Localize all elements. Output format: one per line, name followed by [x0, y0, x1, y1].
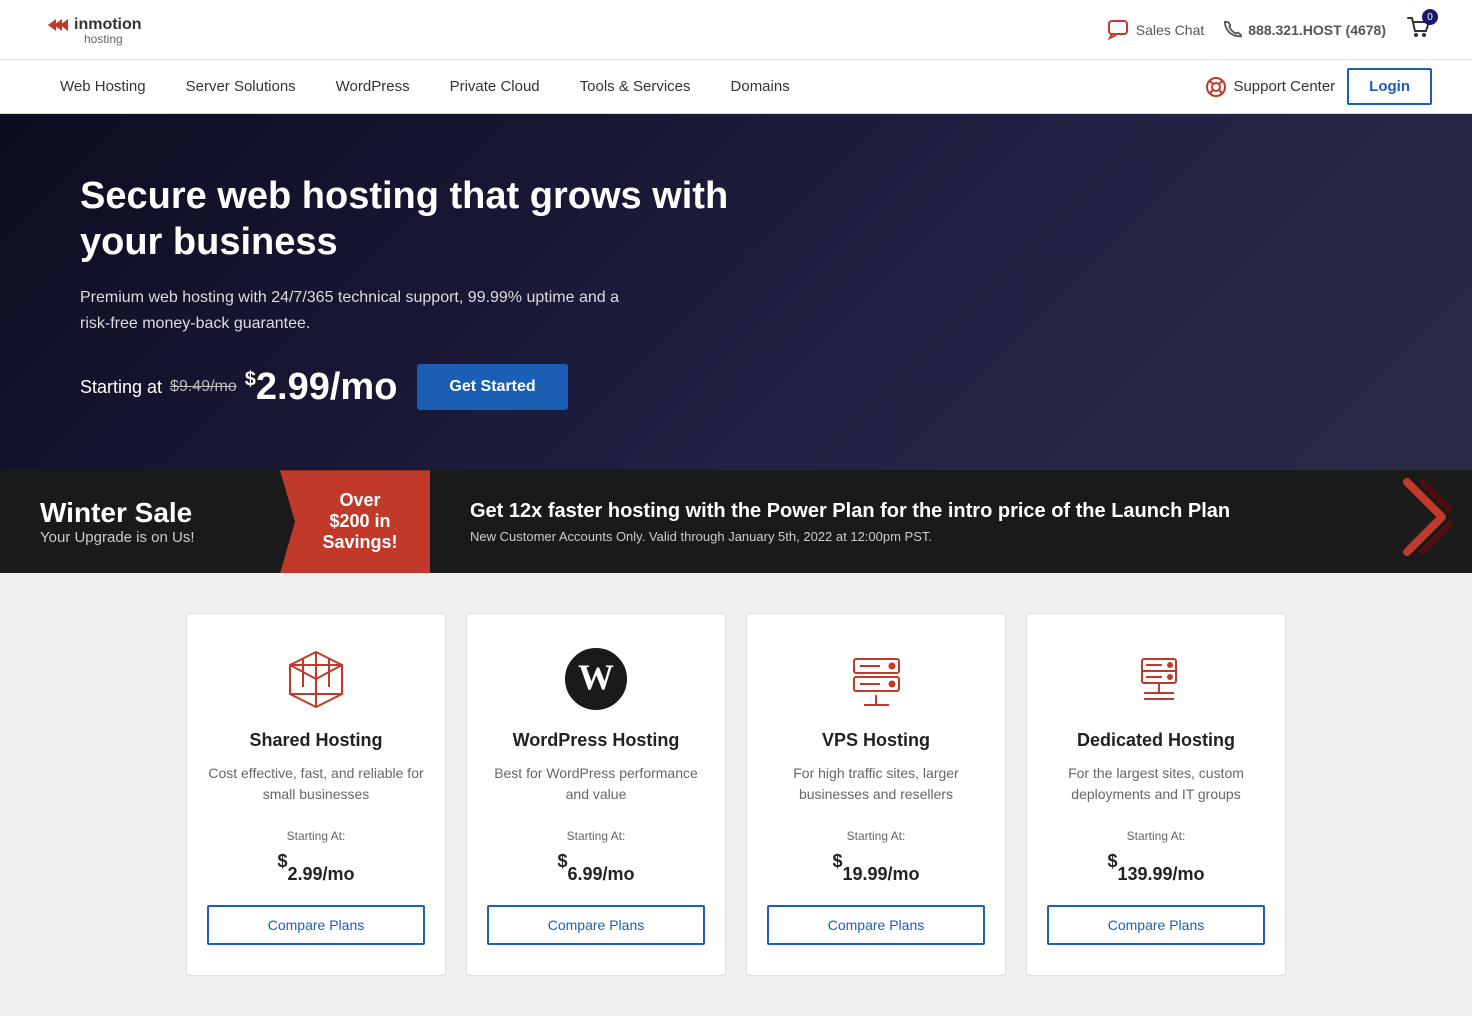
winter-promo-headline: Get 12x faster hosting with the Power Pl… — [470, 500, 1362, 523]
wordpress-hosting-title: WordPress Hosting — [513, 730, 680, 751]
logo-svg: inmotion hosting — [40, 5, 190, 55]
hero-new-price: $2.99/mo — [245, 366, 398, 409]
phone-icon — [1224, 21, 1242, 39]
wordpress-hosting-card: W WordPress Hosting Best for WordPress p… — [466, 613, 726, 976]
hero-section: Secure web hosting that grows with your … — [0, 114, 1472, 470]
main-nav: Web Hosting Server Solutions WordPress P… — [0, 60, 1472, 114]
hero-content: Secure web hosting that grows with your … — [80, 174, 780, 410]
hero-headline: Secure web hosting that grows with your … — [80, 174, 780, 265]
header: inmotion hosting Sales Chat 888.321.HOST… — [0, 0, 1472, 60]
savings-line3: Savings! — [320, 532, 400, 553]
nav-domains[interactable]: Domains — [711, 60, 810, 113]
wp-price-value: 6.99 — [567, 864, 602, 884]
vps-starting-label: Starting At: — [847, 829, 906, 843]
starting-at-label: Starting at — [80, 377, 162, 398]
dedicated-price-period: /mo — [1173, 864, 1205, 884]
dedicated-starting-label: Starting At: — [1127, 829, 1186, 843]
vps-price: $19.99/mo — [832, 847, 919, 889]
winter-sale-banner: Winter Sale Your Upgrade is on Us! Over … — [0, 470, 1472, 573]
svg-text:W: W — [578, 657, 614, 697]
vps-hosting-desc: For high traffic sites, larger businesse… — [767, 763, 985, 805]
svg-text:hosting: hosting — [84, 32, 123, 46]
cart-count: 0 — [1422, 9, 1438, 25]
dedicated-hosting-card: Dedicated Hosting For the largest sites,… — [1026, 613, 1286, 976]
logo[interactable]: inmotion hosting — [40, 5, 190, 55]
dedicated-dollar: $ — [1107, 851, 1117, 871]
hero-pricing-text: Starting at $9.49/mo $2.99/mo — [80, 366, 397, 409]
nav-tools-services[interactable]: Tools & Services — [560, 60, 711, 113]
shared-price: $2.99/mo — [277, 847, 354, 889]
phone-number[interactable]: 888.321.HOST (4678) — [1224, 21, 1386, 39]
winter-sale-right: Get 12x faster hosting with the Power Pl… — [430, 480, 1402, 564]
vps-price-period: /mo — [888, 864, 920, 884]
hero-old-price: $9.49/mo — [170, 378, 237, 396]
hero-subtext: Premium web hosting with 24/7/365 techni… — [80, 285, 640, 336]
support-center-label: Support Center — [1233, 78, 1335, 95]
wordpress-hosting-desc: Best for WordPress performance and value — [487, 763, 705, 805]
nav-server-solutions[interactable]: Server Solutions — [166, 60, 316, 113]
hero-pricing: Starting at $9.49/mo $2.99/mo Get Starte… — [80, 364, 780, 410]
shared-price-period: /mo — [323, 864, 355, 884]
shared-hosting-title: Shared Hosting — [249, 730, 382, 751]
shared-hosting-icon — [281, 644, 351, 714]
dedicated-hosting-icon — [1121, 644, 1191, 714]
wp-price: $6.99/mo — [557, 847, 634, 889]
vps-hosting-card: VPS Hosting For high traffic sites, larg… — [746, 613, 1006, 976]
hero-dollar-sign: $ — [245, 368, 256, 390]
winter-sale-left: Winter Sale Your Upgrade is on Us! — [0, 477, 280, 566]
lifebuoy-icon — [1205, 76, 1227, 98]
wp-starting-label: Starting At: — [567, 829, 626, 843]
nav-right: Support Center Login — [1205, 68, 1432, 105]
phone-label: 888.321.HOST (4678) — [1248, 22, 1386, 38]
wp-price-period: /mo — [603, 864, 635, 884]
shared-starting-label: Starting At: — [287, 829, 346, 843]
winter-sale-subtitle: Your Upgrade is on Us! — [40, 529, 240, 546]
svg-text:inmotion: inmotion — [74, 16, 142, 33]
vps-dollar: $ — [832, 851, 842, 871]
chat-icon — [1108, 20, 1130, 40]
get-started-button[interactable]: Get Started — [417, 364, 567, 410]
vps-price-value: 19.99 — [842, 864, 887, 884]
shared-compare-button[interactable]: Compare Plans — [207, 905, 425, 945]
wp-compare-button[interactable]: Compare Plans — [487, 905, 705, 945]
header-right: Sales Chat 888.321.HOST (4678) 0 — [1108, 15, 1432, 44]
nav-web-hosting[interactable]: Web Hosting — [40, 60, 166, 113]
vps-hosting-title: VPS Hosting — [822, 730, 930, 751]
savings-line1: Over — [320, 490, 400, 511]
shared-price-value: 2.99 — [287, 864, 322, 884]
sales-chat-link[interactable]: Sales Chat — [1108, 20, 1204, 40]
hosting-cards-section: Shared Hosting Cost effective, fast, and… — [0, 573, 1472, 1016]
nav-wordpress[interactable]: WordPress — [316, 60, 430, 113]
chevron-right-icon — [1402, 477, 1452, 567]
cart-button[interactable]: 0 — [1406, 15, 1432, 44]
shared-hosting-card: Shared Hosting Cost effective, fast, and… — [186, 613, 446, 976]
dedicated-hosting-title: Dedicated Hosting — [1077, 730, 1235, 751]
dedicated-price: $139.99/mo — [1107, 847, 1204, 889]
vps-hosting-icon — [841, 644, 911, 714]
winter-savings-badge: Over $200 in Savings! — [280, 470, 430, 573]
winter-sale-title: Winter Sale — [40, 497, 240, 529]
shared-hosting-desc: Cost effective, fast, and reliable for s… — [207, 763, 425, 805]
wp-dollar: $ — [557, 851, 567, 871]
login-button[interactable]: Login — [1347, 68, 1432, 105]
wordpress-hosting-icon: W — [561, 644, 631, 714]
sales-chat-label: Sales Chat — [1136, 22, 1204, 38]
winter-promo-note: New Customer Accounts Only. Valid throug… — [470, 529, 1362, 544]
savings-line2: $200 in — [320, 511, 400, 532]
dedicated-hosting-desc: For the largest sites, custom deployment… — [1047, 763, 1265, 805]
dedicated-compare-button[interactable]: Compare Plans — [1047, 905, 1265, 945]
vps-compare-button[interactable]: Compare Plans — [767, 905, 985, 945]
nav-private-cloud[interactable]: Private Cloud — [430, 60, 560, 113]
dedicated-price-value: 139.99 — [1117, 864, 1172, 884]
shared-dollar: $ — [277, 851, 287, 871]
hero-new-price-value: 2.99/mo — [256, 366, 398, 408]
support-center-link[interactable]: Support Center — [1205, 76, 1335, 98]
